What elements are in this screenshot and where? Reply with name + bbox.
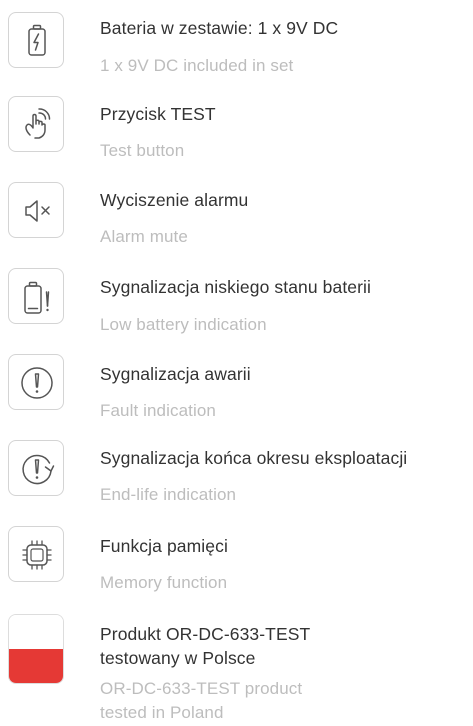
- end-life-icon: [22, 454, 55, 485]
- icon-tile: [8, 96, 64, 152]
- feature-subtitle: End-life indication: [100, 485, 237, 504]
- feature-title: Sygnalizacja niskiego stanu baterii: [100, 277, 372, 297]
- feature-title: Sygnalizacja końca okresu eksploatacji: [100, 448, 408, 468]
- icon-tile: [8, 354, 64, 410]
- feature-title: Wyciszenie alarmu: [100, 190, 249, 210]
- feature-title: Funkcja pamięci: [100, 536, 228, 556]
- feature-title: Produkt OR-DC-633-TEST: [100, 624, 311, 644]
- speaker-mute-icon: [25, 200, 50, 222]
- memory-chip-icon: [22, 540, 52, 570]
- feature-subtitle: 1 x 9V DC included in set: [100, 56, 294, 75]
- low-battery-icon: [24, 281, 50, 314]
- feature-subtitle: tested in Poland: [100, 703, 224, 722]
- feature-title: testowany w Polsce: [100, 648, 256, 668]
- feature-title: Przycisk TEST: [100, 104, 216, 124]
- touch-button-icon: [25, 108, 51, 139]
- feature-subtitle: Test button: [100, 141, 185, 160]
- icon-tile: [8, 268, 64, 324]
- flag-white-stripe: [9, 615, 63, 649]
- feature-subtitle: Fault indication: [100, 401, 216, 420]
- feature-title: Bateria w zestawie: 1 x 9V DC: [100, 18, 339, 38]
- icon-tile: [8, 526, 64, 582]
- icon-tile: [8, 440, 64, 496]
- feature-title: Sygnalizacja awarii: [100, 364, 251, 384]
- feature-subtitle: Alarm mute: [100, 227, 188, 246]
- icon-tile: [8, 12, 64, 68]
- icon-tile: [8, 182, 64, 238]
- battery-charge-icon: [28, 24, 46, 56]
- feature-subtitle: Memory function: [100, 573, 228, 592]
- feature-subtitle: OR-DC-633-TEST product: [100, 679, 303, 698]
- flag-red-stripe: [9, 649, 63, 683]
- fault-icon: [21, 367, 53, 399]
- feature-subtitle: Low battery indication: [100, 315, 267, 334]
- poland-flag-icon: [8, 614, 64, 684]
